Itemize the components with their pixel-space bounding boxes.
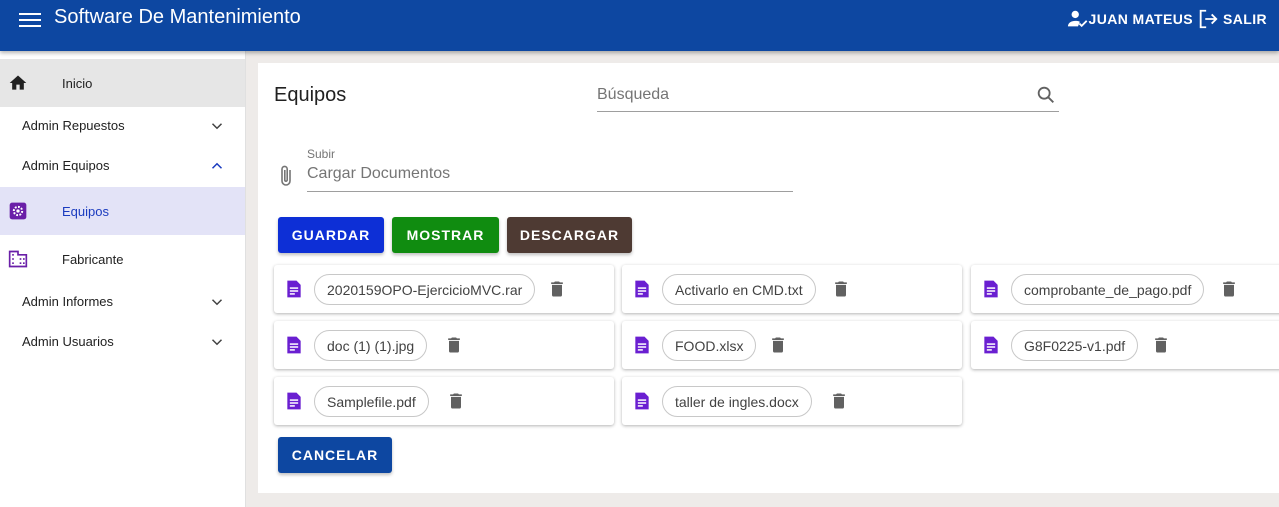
- trash-icon[interactable]: [446, 391, 466, 411]
- paperclip-icon: [277, 164, 297, 188]
- show-button[interactable]: MOSTRAR: [392, 217, 499, 253]
- document-icon: [632, 391, 652, 411]
- cancel-button[interactable]: CANCELAR: [278, 437, 392, 473]
- trash-icon[interactable]: [829, 391, 849, 411]
- file-card: doc (1) (1).jpg: [274, 321, 614, 369]
- trash-icon[interactable]: [768, 335, 788, 355]
- file-chip[interactable]: Activarlo en CMD.txt: [662, 274, 816, 305]
- file-chip[interactable]: FOOD.xlsx: [662, 330, 757, 361]
- upload-field[interactable]: Subir Cargar Documentos: [307, 146, 793, 192]
- chevron-down-icon: [208, 117, 226, 135]
- document-icon: [981, 335, 1001, 355]
- search-input[interactable]: [597, 84, 1017, 106]
- sidebar-group-informes[interactable]: Admin Informes: [0, 282, 245, 322]
- sidebar-group-label: Admin Repuestos: [22, 118, 125, 133]
- sidebar-group-usuarios[interactable]: Admin Usuarios: [0, 322, 245, 362]
- app-bar: Software De Mantenimiento JUAN MATEUS SA…: [0, 0, 1279, 51]
- file-card: taller de ingles.docx: [622, 377, 962, 425]
- trash-icon[interactable]: [1151, 335, 1171, 355]
- user-check-icon: [1067, 8, 1089, 30]
- trash-icon[interactable]: [547, 279, 567, 299]
- gear-icon: [8, 201, 28, 221]
- download-button[interactable]: DESCARGAR: [507, 217, 632, 253]
- sidebar-item-equipos[interactable]: Equipos: [0, 187, 245, 235]
- chevron-down-icon: [208, 333, 226, 351]
- file-card: Activarlo en CMD.txt: [622, 265, 962, 313]
- menu-icon[interactable]: [18, 9, 42, 29]
- sidebar-group-label: Admin Usuarios: [22, 334, 114, 349]
- search-box: [597, 80, 1059, 112]
- file-card: comprobante_de_pago.pdf: [971, 265, 1279, 313]
- file-chip[interactable]: G8F0225-v1.pdf: [1011, 330, 1139, 361]
- user-name[interactable]: JUAN MATEUS: [1089, 11, 1193, 27]
- logout-button[interactable]: SALIR: [1223, 11, 1267, 27]
- trash-icon[interactable]: [444, 335, 464, 355]
- sidebar-group-label: Admin Equipos: [22, 158, 110, 173]
- logout-icon[interactable]: [1197, 8, 1219, 30]
- page-title: Equipos: [274, 84, 347, 106]
- save-button[interactable]: GUARDAR: [278, 217, 384, 253]
- sidebar-item-label: Fabricante: [62, 251, 124, 267]
- trash-icon[interactable]: [831, 279, 851, 299]
- sidebar-item-home[interactable]: Inicio: [0, 59, 245, 107]
- upload-input[interactable]: Cargar Documentos: [307, 165, 450, 183]
- user-area: JUAN MATEUS SALIR: [1067, 8, 1267, 30]
- document-icon: [284, 335, 304, 355]
- app-title: Software De Mantenimiento: [54, 6, 301, 28]
- chevron-down-icon: [208, 293, 226, 311]
- file-chip[interactable]: Samplefile.pdf: [314, 386, 429, 417]
- file-card: G8F0225-v1.pdf: [971, 321, 1279, 369]
- home-icon: [8, 73, 28, 93]
- file-chip[interactable]: taller de ingles.docx: [662, 386, 812, 417]
- file-card: 2020159OPO-EjercicioMVC.rar: [274, 265, 614, 313]
- document-icon: [284, 279, 304, 299]
- file-chip[interactable]: 2020159OPO-EjercicioMVC.rar: [314, 274, 536, 305]
- document-icon: [981, 279, 1001, 299]
- sidebar-item-label: Equipos: [62, 203, 109, 219]
- sidebar-group-repuestos[interactable]: Admin Repuestos: [0, 106, 245, 146]
- sidebar-group-label: Admin Informes: [22, 294, 114, 309]
- upload-label: Subir: [307, 147, 336, 161]
- file-chip[interactable]: comprobante_de_pago.pdf: [1011, 274, 1205, 305]
- sidebar: Inicio Admin Repuestos Admin Equipos Equ…: [0, 51, 246, 507]
- trash-icon[interactable]: [1219, 279, 1239, 299]
- file-card: FOOD.xlsx: [622, 321, 962, 369]
- document-icon: [284, 391, 304, 411]
- sidebar-item-fabricante[interactable]: Fabricante: [0, 235, 245, 283]
- file-card: Samplefile.pdf: [274, 377, 614, 425]
- document-icon: [632, 279, 652, 299]
- building-icon: [8, 249, 28, 269]
- file-chip[interactable]: doc (1) (1).jpg: [314, 330, 428, 361]
- sidebar-group-equipos[interactable]: Admin Equipos: [0, 146, 245, 186]
- document-icon: [632, 335, 652, 355]
- chevron-up-icon: [208, 157, 226, 175]
- sidebar-item-label: Inicio: [62, 75, 93, 91]
- search-icon[interactable]: [1035, 84, 1057, 106]
